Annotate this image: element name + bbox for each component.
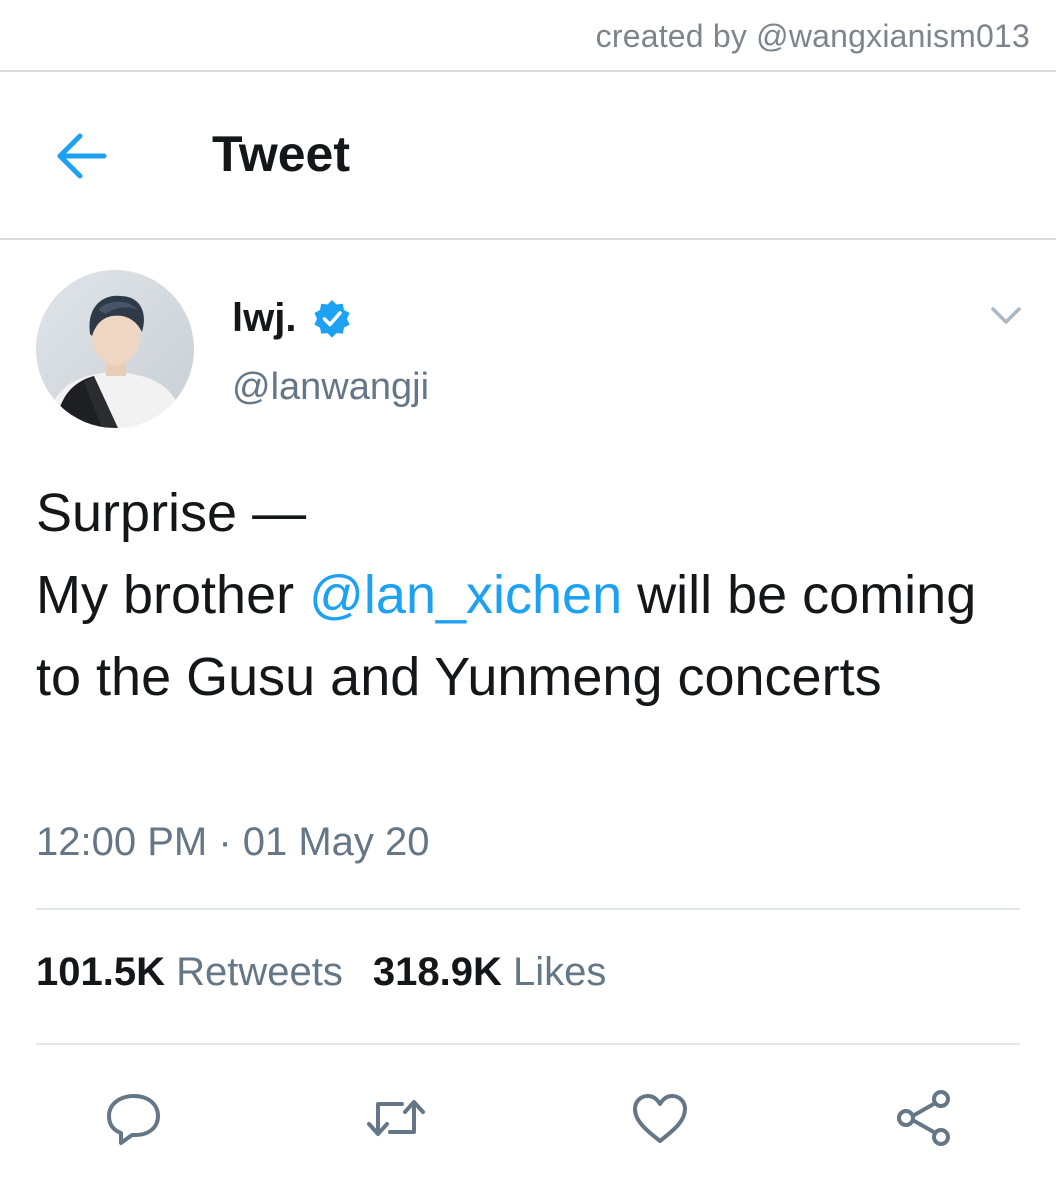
engagement-stats: 101.5K Retweets 318.9K Likes xyxy=(36,950,606,995)
tweet-text-line-1: Surprise — xyxy=(36,483,307,543)
page-title: Tweet xyxy=(212,126,350,182)
credit-watermark: created by @wangxianism013 xyxy=(595,18,1030,54)
back-arrow-icon xyxy=(57,133,107,179)
more-options-button[interactable] xyxy=(986,300,1026,330)
tweet-text: Surprise — My brother @lan_xichen will b… xyxy=(36,472,1026,718)
app-header: Tweet xyxy=(0,72,1056,240)
avatar[interactable] xyxy=(36,270,194,428)
reply-icon xyxy=(107,1094,160,1145)
credit-bar: created by @wangxianism013 xyxy=(0,0,1056,72)
like-button[interactable] xyxy=(628,1088,692,1148)
likes-label: Likes xyxy=(512,950,607,994)
retweets-count: 101.5K xyxy=(36,950,165,994)
profile-photo xyxy=(36,270,194,428)
reply-button[interactable] xyxy=(102,1088,166,1148)
tweet-detail-screen: created by @wangxianism013 Tweet lwj. @l… xyxy=(0,0,1056,1200)
author-handle[interactable]: @lanwangji xyxy=(232,366,429,409)
share-icon xyxy=(897,1090,950,1146)
retweet-icon xyxy=(367,1100,425,1136)
retweets-stat[interactable]: 101.5K Retweets xyxy=(36,950,343,994)
mention-link[interactable]: @lan_xichen xyxy=(309,565,622,625)
retweets-label: Retweets xyxy=(176,950,343,994)
back-button[interactable] xyxy=(52,130,112,182)
tweet-timestamp[interactable]: 12:00 PM · 01 May 20 xyxy=(36,820,430,865)
share-button[interactable] xyxy=(892,1088,956,1148)
likes-stat[interactable]: 318.9K Likes xyxy=(373,950,607,994)
heart-icon xyxy=(633,1094,687,1143)
verified-badge-icon xyxy=(314,300,350,338)
retweet-button[interactable] xyxy=(364,1088,428,1148)
tweet-card: lwj. @lanwangji Surprise — My brother @l… xyxy=(0,240,1056,1200)
chevron-down-icon xyxy=(991,307,1021,324)
author-name[interactable]: lwj. xyxy=(232,296,296,341)
tweet-text-before-mention: My brother xyxy=(36,565,310,625)
divider xyxy=(36,1043,1020,1045)
likes-count: 318.9K xyxy=(372,950,502,994)
divider xyxy=(36,908,1020,910)
